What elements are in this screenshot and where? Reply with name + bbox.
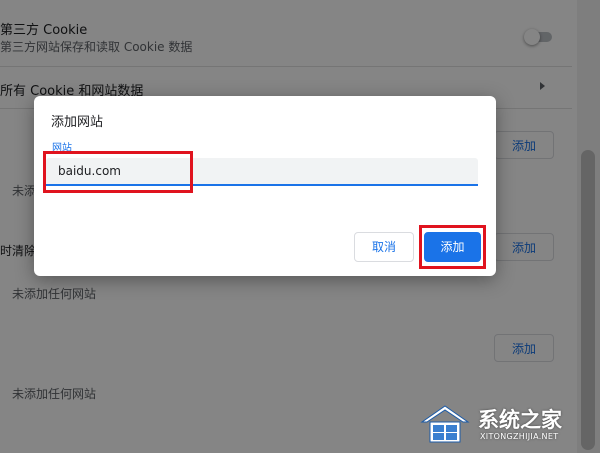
site-field-label: 网站 bbox=[52, 143, 72, 154]
add-site-dialog: 添加网站 网站 取消 添加 bbox=[34, 96, 496, 276]
dialog-title: 添加网站 bbox=[51, 115, 104, 130]
house-logo-icon bbox=[420, 405, 470, 443]
watermark-cn-text: 系统之家 bbox=[478, 408, 562, 432]
watermark-en-text: XITONGZHIJIA.NET bbox=[480, 432, 559, 441]
add-button[interactable]: 添加 bbox=[424, 232, 481, 262]
cancel-button[interactable]: 取消 bbox=[354, 232, 414, 262]
site-input[interactable] bbox=[46, 158, 478, 186]
site-watermark: 系统之家 XITONGZHIJIA.NET bbox=[420, 400, 595, 450]
